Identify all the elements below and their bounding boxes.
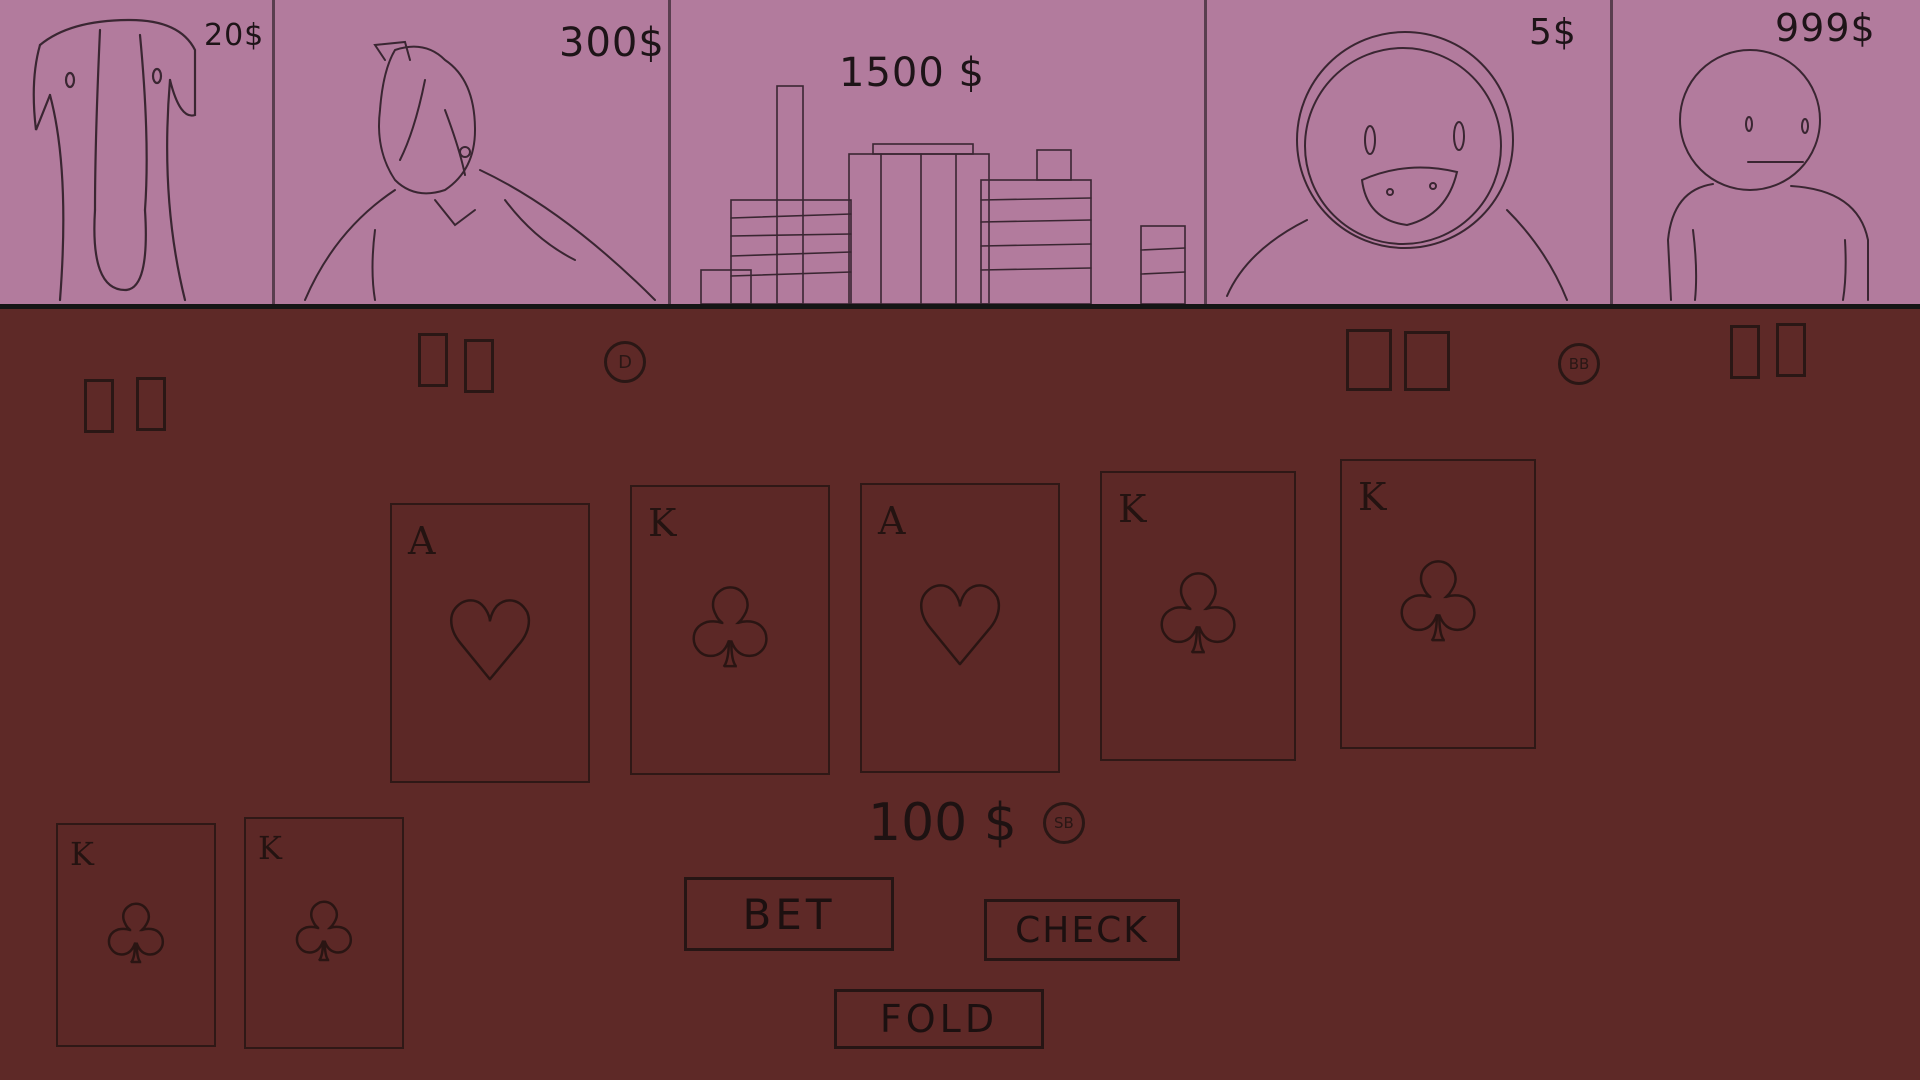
community-card: K ♣ [630,485,830,775]
card-back [418,333,448,387]
card-rank: K [1118,487,1147,531]
opponent-money: 1500 $ [839,50,985,96]
card-back [1404,331,1450,391]
opponent-money: 20$ [204,18,265,53]
card-back [136,377,166,431]
card-back [464,339,494,393]
opponent-money: 5$ [1529,12,1577,53]
big-blind-chip: BB [1558,343,1600,385]
club-suit-icon: ♣ [99,888,173,981]
card-back [1776,323,1806,377]
opponents-strip: 20$ 300$ 1500 $ 5$ 999$ [0,0,1920,309]
opponent-panel-1[interactable]: 20$ [0,0,272,304]
opponent-panel-5[interactable]: 999$ [1613,0,1920,304]
card-back [84,379,114,433]
community-card: K ♣ [1340,459,1536,749]
heart-suit-icon: ♥ [910,565,1009,690]
player-hole-card[interactable]: K ♣ [244,817,404,1049]
card-rank: A [408,519,436,563]
card-back [1730,325,1760,379]
check-button[interactable]: CHECK [984,899,1180,961]
dealer-button-chip: D [604,341,646,383]
card-rank: A [878,499,906,543]
pot-display: 100 $ SB [868,793,1085,853]
fold-button[interactable]: FOLD [834,989,1044,1049]
community-card: A ♥ [860,483,1060,773]
club-suit-icon: ♣ [1148,553,1247,678]
opponent-money: 999$ [1775,6,1876,50]
club-suit-icon: ♣ [1388,541,1487,666]
opponent-panel-2[interactable]: 300$ [275,0,668,304]
club-suit-icon: ♣ [680,567,779,692]
community-card: A ♥ [390,503,590,783]
community-card: K ♣ [1100,471,1296,761]
city-skyline-icon [700,85,1186,304]
card-rank: K [1358,475,1387,519]
opponent-money: 300$ [559,20,665,66]
club-suit-icon: ♣ [287,886,361,979]
bet-button[interactable]: BET [684,877,894,951]
poker-table: D BB A ♥ K ♣ A ♥ K ♣ K ♣ K ♣ K ♣ 100 $ S… [0,309,1920,1080]
small-blind-chip: SB [1042,802,1085,844]
card-rank: K [258,829,282,867]
opponent-panel-4[interactable]: 5$ [1207,0,1610,304]
card-rank: K [648,501,677,545]
card-back [1346,329,1392,391]
pot-amount: 100 $ [868,793,1017,853]
player-hole-card[interactable]: K ♣ [56,823,216,1047]
heart-suit-icon: ♥ [440,580,539,705]
card-rank: K [70,835,94,873]
opponent-panel-3[interactable]: 1500 $ [671,0,1204,304]
